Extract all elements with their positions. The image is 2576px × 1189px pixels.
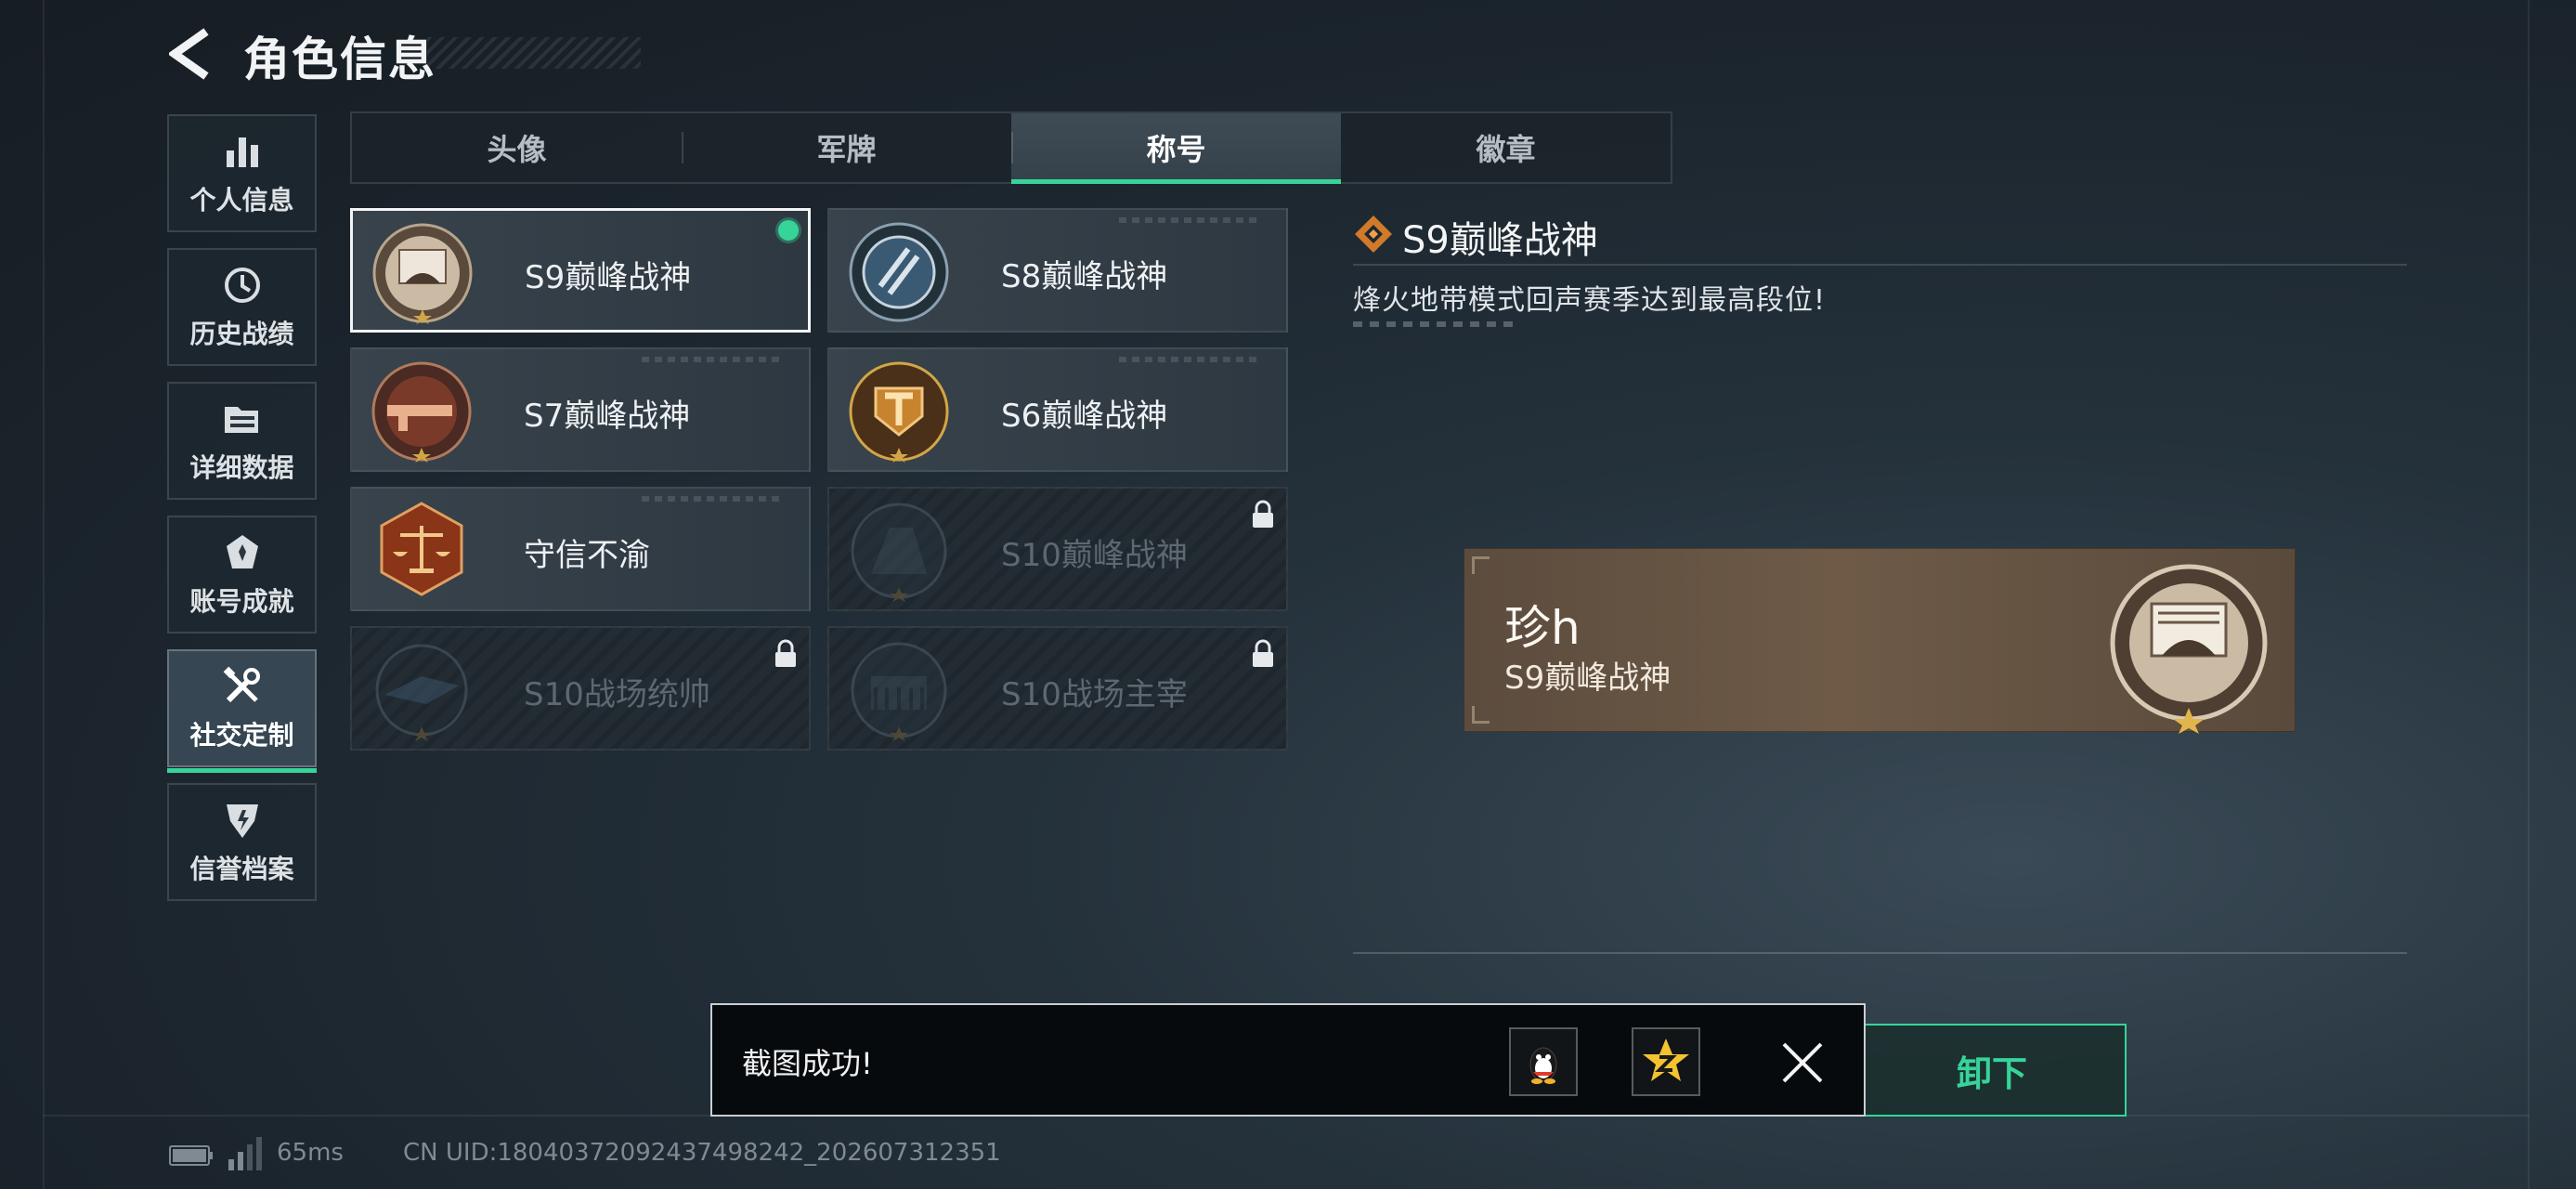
page-title: 角色信息 xyxy=(243,33,436,86)
preview-player-name: 珍h xyxy=(1504,601,1581,655)
s9-medal-icon xyxy=(372,223,473,324)
detail-decoration xyxy=(1353,321,1520,327)
credit-shield-icon xyxy=(226,804,258,838)
battery-icon xyxy=(169,1145,213,1166)
sidebar-item-profile[interactable]: 个人信息 xyxy=(167,114,317,232)
title-card-s10-commander[interactable]: S10战场统帅 xyxy=(350,626,811,751)
title-card-s8[interactable]: S8巅峰战神 xyxy=(827,208,1288,333)
detail-description: 烽火地带模式回声赛季达到最高段位! xyxy=(1353,284,1827,317)
title-name: S6巅峰战神 xyxy=(1001,398,1168,435)
title-name: S10战场统帅 xyxy=(524,676,710,713)
sidebar-item-credit[interactable]: 信誉档案 xyxy=(167,783,317,901)
user-uid: CN UID:18040372092437498242_202607312351 xyxy=(403,1139,1001,1167)
screenshot-toast: 截图成功! xyxy=(710,1003,1866,1117)
tools-icon xyxy=(223,666,260,702)
detail-title: S9巅峰战神 xyxy=(1402,219,1598,262)
sidebar-item-social-custom[interactable]: 社交定制 xyxy=(167,649,317,773)
tab-badge[interactable]: 徽章 xyxy=(1341,113,1671,182)
title-card-s10-peak[interactable]: S10巅峰战神 xyxy=(827,487,1288,611)
detail-bottom-divider xyxy=(1353,952,2407,954)
title-card-s10-dominator[interactable]: S10战场主宰 xyxy=(827,626,1288,751)
signal-strength-icon xyxy=(228,1137,262,1170)
history-clock-icon xyxy=(224,267,260,303)
frame-line-right xyxy=(2528,0,2530,1189)
title-decoration xyxy=(427,37,641,69)
ping-readout: 65ms xyxy=(277,1139,344,1167)
preview-s9-medal-icon xyxy=(2110,564,2268,734)
card-decoration xyxy=(642,496,781,502)
title-card-s7[interactable]: S7巅峰战神 xyxy=(350,347,811,472)
plate-corner xyxy=(1472,706,1490,724)
sidebar-item-label: 详细数据 xyxy=(189,451,294,483)
sidebar-item-label: 账号成就 xyxy=(189,585,294,617)
sidebar-item-achievements[interactable]: 账号成就 xyxy=(167,516,317,634)
title-name: S10巅峰战神 xyxy=(1001,537,1188,574)
s10-dominator-medal-icon xyxy=(851,642,947,741)
share-qzone-button[interactable] xyxy=(1632,1027,1700,1096)
lock-icon xyxy=(1253,639,1273,667)
category-tabs: 头像 军牌 称号 徽章 xyxy=(350,111,1672,184)
sidebar-item-details[interactable]: 详细数据 xyxy=(167,382,317,500)
share-qq-button[interactable] xyxy=(1509,1027,1578,1096)
title-name: S9巅峰战神 xyxy=(525,259,692,296)
title-diamond-icon xyxy=(1355,216,1392,253)
title-card-s6[interactable]: S6巅峰战神 xyxy=(827,347,1288,472)
sidebar-item-history[interactable]: 历史战绩 xyxy=(167,248,317,366)
s8-medal-icon xyxy=(849,222,949,322)
tab-dogtag[interactable]: 军牌 xyxy=(682,113,1011,182)
back-button[interactable] xyxy=(167,28,215,80)
card-decoration xyxy=(642,357,781,362)
sidebar-item-label: 社交定制 xyxy=(189,719,294,751)
lock-icon xyxy=(775,639,796,667)
folder-data-icon xyxy=(224,406,258,433)
title-name: S10战场主宰 xyxy=(1001,676,1188,713)
plate-corner xyxy=(1472,556,1490,574)
close-icon[interactable] xyxy=(1780,1040,1825,1085)
s7-medal-icon xyxy=(371,361,472,463)
toast-message: 截图成功! xyxy=(742,1046,873,1081)
achievement-icon xyxy=(226,534,258,568)
card-decoration xyxy=(1119,357,1258,362)
detail-divider xyxy=(1353,264,2407,266)
preview-title: S9巅峰战神 xyxy=(1504,660,1672,697)
title-card-trustworthy[interactable]: 守信不渝 xyxy=(350,487,811,611)
s10-commander-medal-icon xyxy=(375,644,468,741)
title-name: 守信不渝 xyxy=(524,537,650,574)
title-name: S7巅峰战神 xyxy=(524,398,691,435)
s6-medal-icon xyxy=(849,361,949,463)
qzone-star-icon xyxy=(1643,1039,1689,1081)
bar-chart-icon xyxy=(226,137,258,167)
title-card-s9[interactable]: S9巅峰战神 xyxy=(350,208,811,333)
sidebar-item-label: 信誉档案 xyxy=(189,853,294,884)
sidebar-item-label: 个人信息 xyxy=(189,184,294,216)
frame-line-left xyxy=(43,0,45,1189)
s10-peak-medal-icon xyxy=(851,503,947,602)
tab-title[interactable]: 称号 xyxy=(1011,113,1341,184)
equipped-indicator xyxy=(778,220,799,241)
lock-icon xyxy=(1253,500,1273,528)
card-decoration xyxy=(1119,217,1258,223)
scales-medal-icon xyxy=(380,502,463,596)
title-name: S8巅峰战神 xyxy=(1001,258,1168,295)
qq-penguin-icon xyxy=(1529,1047,1557,1084)
sidebar-item-label: 历史战绩 xyxy=(189,318,294,349)
tab-avatar[interactable]: 头像 xyxy=(352,113,682,182)
back-arrow-icon xyxy=(167,28,209,80)
